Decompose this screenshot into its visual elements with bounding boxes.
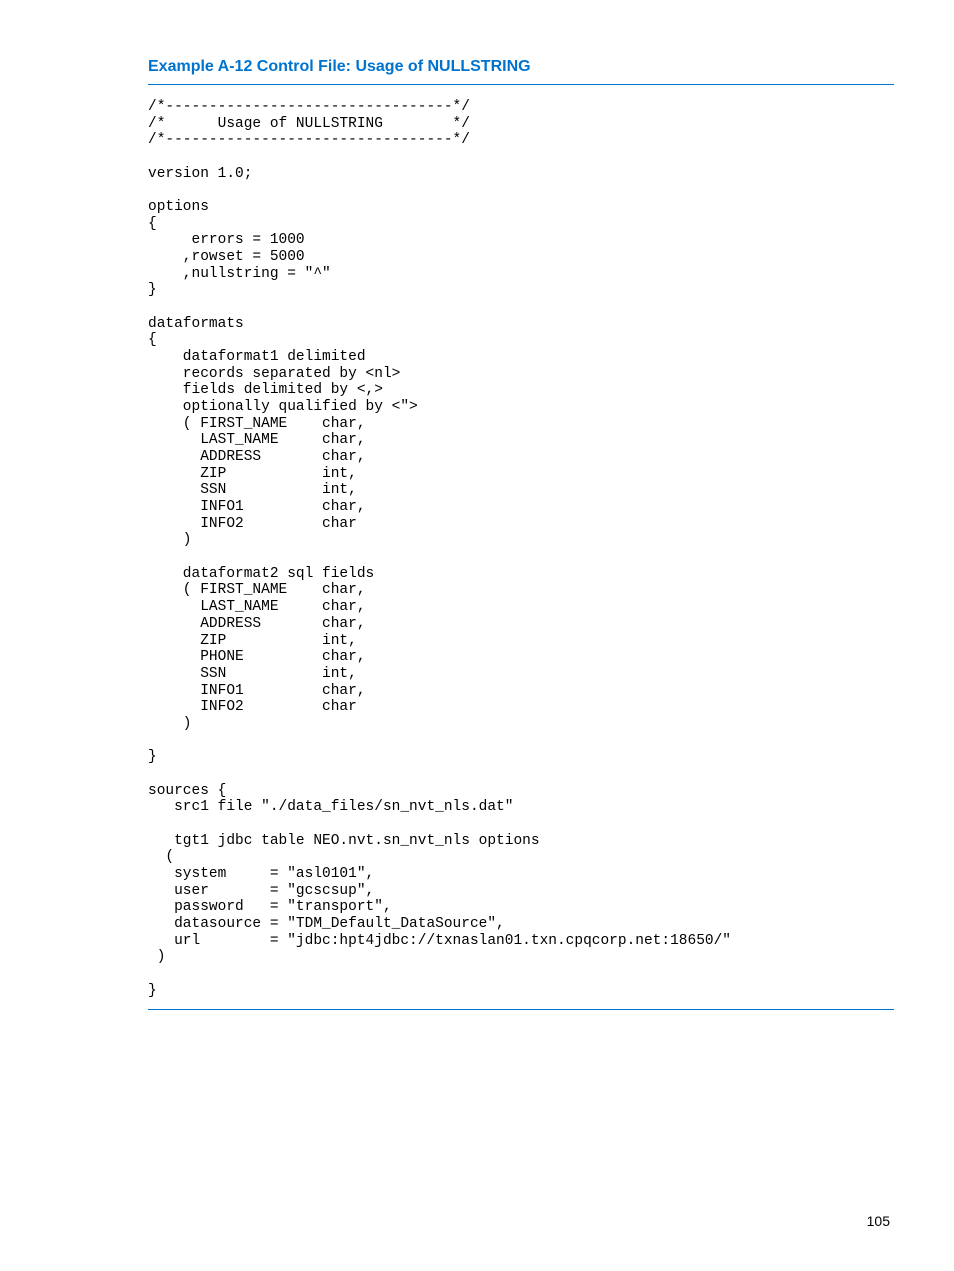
example-heading: Example A-12 Control File: Usage of NULL… <box>148 58 894 76</box>
bottom-divider <box>148 1009 894 1010</box>
document-page: Example A-12 Control File: Usage of NULL… <box>0 0 954 1271</box>
code-block: /*---------------------------------*/ /*… <box>148 99 894 999</box>
top-divider <box>148 84 894 85</box>
page-number: 105 <box>867 1213 890 1229</box>
